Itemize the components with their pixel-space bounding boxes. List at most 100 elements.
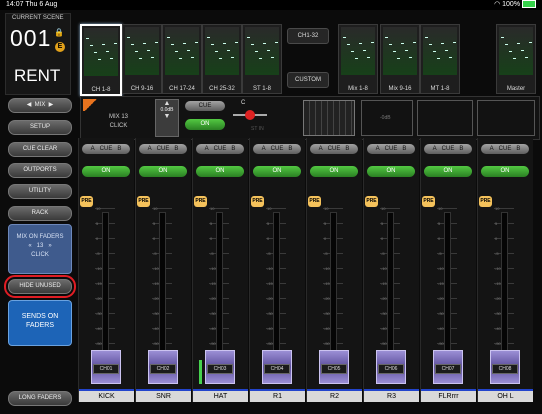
on-button[interactable]: ON <box>424 166 472 177</box>
selected-mix-cue-button[interactable]: CUE <box>185 101 225 111</box>
channel-name[interactable]: R1 <box>250 389 305 402</box>
cue-button[interactable]: A CUE B <box>310 144 358 154</box>
fader-scale-label: -5 <box>96 251 100 256</box>
bank-ch-17-24[interactable]: CH 17-24 <box>162 24 202 94</box>
insert-slot[interactable] <box>417 100 473 136</box>
long-faders-button[interactable]: LONG FADERS <box>8 391 72 406</box>
cue-button[interactable]: A CUE B <box>367 144 415 154</box>
effect-slot[interactable] <box>477 100 535 136</box>
fader-scale-label: -10 <box>381 266 387 271</box>
bank-ch1-32-button[interactable]: CH1-32 <box>287 28 329 44</box>
fader-scale-label: -20 <box>381 296 387 301</box>
bank-meter-mark <box>343 37 346 38</box>
selected-mix-on-button[interactable]: ON <box>185 119 225 130</box>
bank-meter-mark <box>453 42 456 43</box>
bank-label: CH 1-8 <box>91 87 111 93</box>
channel-name[interactable]: R2 <box>307 389 362 402</box>
on-button[interactable]: ON <box>367 166 415 177</box>
bank-meter-mark <box>219 58 222 59</box>
pre-button[interactable]: PRE <box>365 196 378 207</box>
mix-selector[interactable]: ◀ MIX ▶ <box>8 98 72 113</box>
pre-button[interactable]: PRE <box>422 196 435 207</box>
cue-button[interactable]: A CUE B <box>481 144 529 154</box>
bank-ch-1-8[interactable]: CH 1-8 <box>80 24 122 96</box>
cue-clear-button[interactable]: CUE CLEAR <box>8 142 72 157</box>
pre-button[interactable]: PRE <box>479 196 492 207</box>
bank-ch-25-32[interactable]: CH 25-32 <box>202 24 242 94</box>
sends-on-faders-button[interactable]: SENDS ON FADERS <box>8 300 72 346</box>
bank-label: CH 9-16 <box>130 86 154 92</box>
mix-on-faders-panel[interactable]: MIX ON FADERS « 13 » CLICK <box>8 224 72 274</box>
bank-meter-mark <box>86 38 89 39</box>
pre-button[interactable]: PRE <box>137 196 150 207</box>
fader-scale-label: 0 <box>495 236 498 241</box>
channel-name[interactable]: KICK <box>79 389 134 402</box>
bank-meter-mark <box>367 57 370 58</box>
custom-bank-button[interactable]: CUSTOM <box>287 72 329 88</box>
on-button[interactable]: ON <box>310 166 358 177</box>
bank-label: Mix 9-16 <box>388 86 412 92</box>
level-stepper[interactable]: ▲ 0.0dB ▼ <box>155 99 179 137</box>
fader-scale-label: -15 <box>438 281 444 286</box>
channel-number: CH06 <box>378 364 404 374</box>
selected-mix-name: MIX 13 CLICK <box>109 114 129 129</box>
pre-button[interactable]: PRE <box>251 196 264 207</box>
lock-icon: 🔒 <box>54 28 64 37</box>
fader-scale-label: -40 <box>495 326 501 331</box>
channel-name[interactable]: HAT <box>193 389 248 402</box>
pre-button[interactable]: PRE <box>80 196 93 207</box>
cue-button[interactable]: A CUE B <box>424 144 472 154</box>
current-scene-panel[interactable]: CURRENT SCENE 001 🔒 E RENT <box>5 13 71 95</box>
bank-meter-mark <box>106 51 109 52</box>
fader-scale-label: 0 <box>96 236 99 241</box>
pan-knob[interactable] <box>245 110 255 120</box>
setup-button[interactable]: SETUP <box>8 120 72 135</box>
cue-button[interactable]: A CUE B <box>196 144 244 154</box>
on-button[interactable]: ON <box>253 166 301 177</box>
channel-name[interactable]: SNR <box>136 389 191 402</box>
bank-mix-1-8[interactable]: Mix 1-8 <box>338 24 378 94</box>
channel-name[interactable]: R3 <box>364 389 419 402</box>
bank-mt-1-8[interactable]: MT 1-8 <box>420 24 460 94</box>
bank-meter-mark <box>191 57 194 58</box>
fader-scale-label: -15 <box>267 281 273 286</box>
dynamics-graph[interactable]: -0dB <box>361 100 413 136</box>
hide-unused-button[interactable]: HIDE UNUSED <box>4 275 76 298</box>
outports-button[interactable]: OUTPORTS <box>8 163 72 178</box>
fader-scale-label: 10 <box>495 206 500 211</box>
on-button[interactable]: ON <box>139 166 187 177</box>
fader-scale-label: 0 <box>267 236 270 241</box>
up-arrow-icon[interactable]: ▲ <box>156 100 178 107</box>
on-button[interactable]: ON <box>196 166 244 177</box>
pre-button[interactable]: PRE <box>194 196 207 207</box>
bank-master[interactable]: Master <box>496 24 536 94</box>
bank-meter-mark <box>183 43 186 44</box>
rack-button[interactable]: RACK <box>8 206 72 221</box>
on-button[interactable]: ON <box>82 166 130 177</box>
channel-strip-1: A CUE BONPRE1050-5-10-15-20-30-40-50-60C… <box>78 138 134 402</box>
fader-scale-label: -40 <box>96 326 102 331</box>
channel-name[interactable]: FLRrrr <box>421 389 476 402</box>
status-time: 14:07 Thu 6 Aug <box>6 1 58 8</box>
on-button[interactable]: ON <box>481 166 529 177</box>
pre-button[interactable]: PRE <box>308 196 321 207</box>
channel-number: CH01 <box>93 364 119 374</box>
bank-label: CH 25-32 <box>209 86 235 92</box>
channel-strip-3: A CUE BONPRE1050-5-10-15-20-30-40-50-60C… <box>192 138 248 402</box>
bank-meter-mark <box>389 44 392 45</box>
fader-scale-label: -15 <box>381 281 387 286</box>
bank-ch-9-16[interactable]: CH 9-16 <box>122 24 162 94</box>
fader-scale-label: -15 <box>210 281 216 286</box>
bank-st-1-8[interactable]: ST 1-8 <box>242 24 282 94</box>
bank-mix-9-16[interactable]: Mix 9-16 <box>380 24 420 94</box>
utility-button[interactable]: UTILITY <box>8 184 72 199</box>
fader-scale-label: -15 <box>96 281 102 286</box>
cue-button[interactable]: A CUE B <box>253 144 301 154</box>
bank-meter-mark <box>131 44 134 45</box>
eq-graph[interactable] <box>303 100 355 136</box>
cue-button[interactable]: A CUE B <box>82 144 130 154</box>
cue-button[interactable]: A CUE B <box>139 144 187 154</box>
down-arrow-icon[interactable]: ▼ <box>156 113 178 120</box>
channel-name[interactable]: OH L <box>478 389 533 402</box>
bank-meter-mark <box>223 43 226 44</box>
